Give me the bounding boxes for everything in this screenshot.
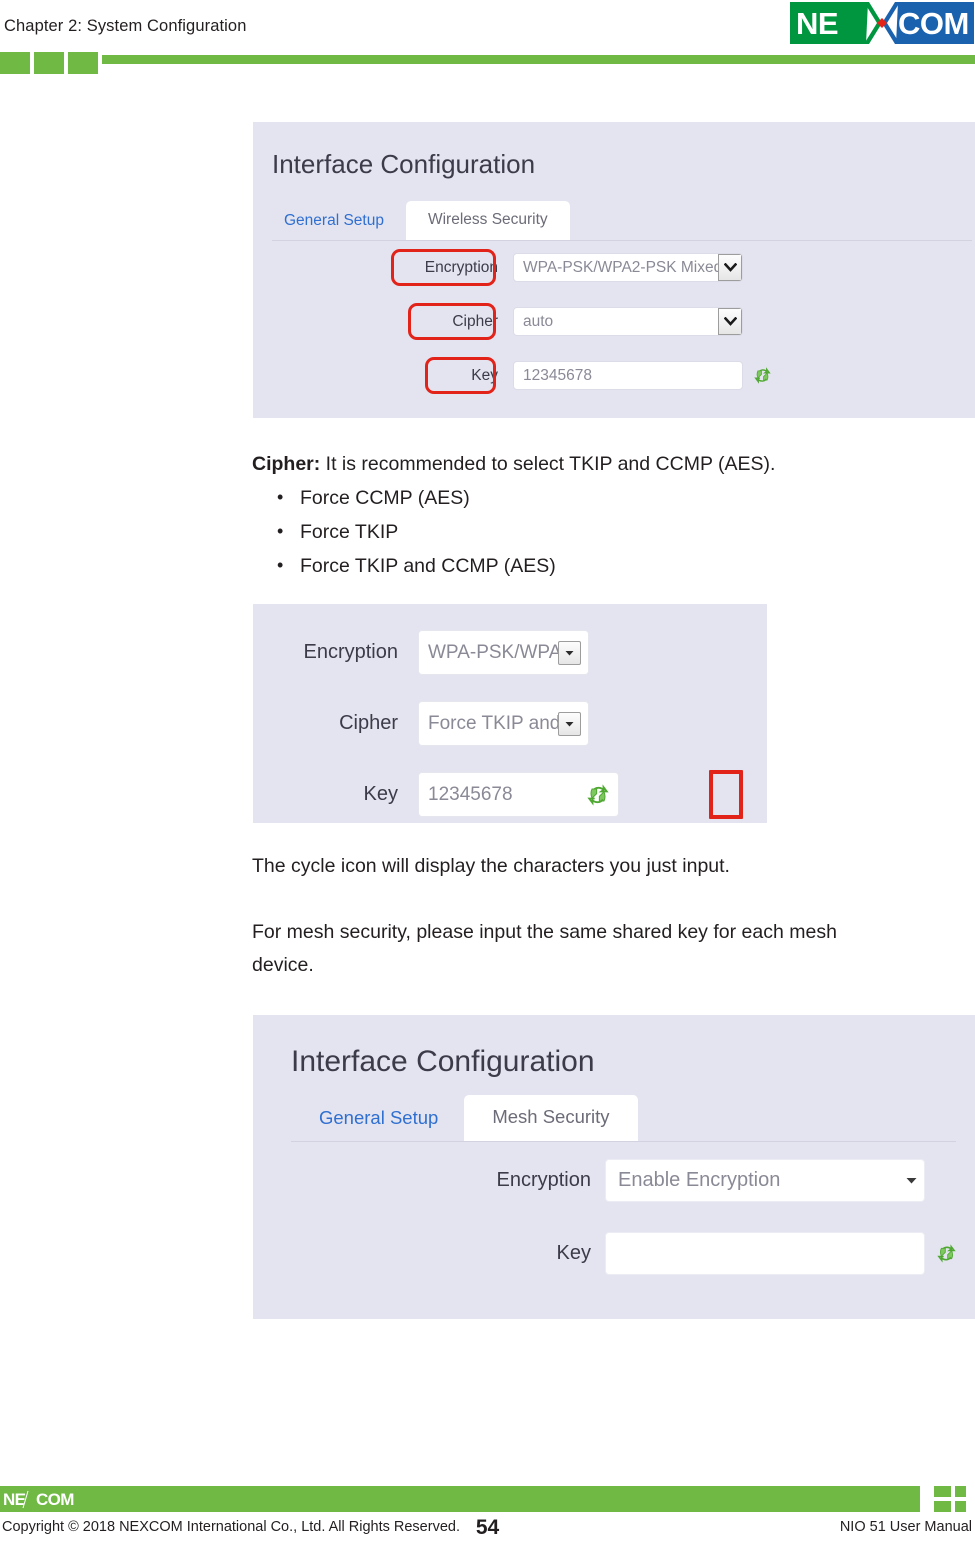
input-key[interactable] [605,1232,925,1275]
svg-text:NE: NE [3,1490,26,1509]
chevron-down-icon[interactable] [558,640,581,665]
select-encryption-value: WPA-PSK/WPA2-PSK Mixed M [428,641,558,663]
label-encryption: Encryption [424,258,498,276]
footer-green-bar: NE COM [0,1486,920,1512]
manual-name: NIO 51 User Manual [839,1519,972,1535]
note-cycle-icon: The cycle icon will display the characte… [252,855,730,877]
select-encryption[interactable]: Enable Encryption [605,1159,925,1202]
page-number: 54 [475,1516,500,1539]
select-cipher-value: auto [523,312,554,330]
header-rule [0,52,975,74]
tab-general-setup[interactable]: General Setup [291,1097,464,1141]
chapter-title: Chapter 2: System Configuration [4,17,247,35]
header-square-2 [34,52,64,74]
svg-text:COM: COM [898,6,969,41]
cipher-paragraph-text: It is recommended to select TKIP and CCM… [320,453,776,475]
list-item: Force CCMP (AES) [252,480,952,515]
note-mesh-security-line2: device. [252,954,314,976]
tab-bar-mesh: General Setup Mesh Security [291,1095,956,1142]
screenshot-wireless-security: Interface Configuration General Setup Wi… [253,122,975,418]
chevron-down-icon[interactable] [898,1177,924,1184]
field-row-key: Key 12345678 [278,772,619,817]
chevron-down-icon[interactable] [718,308,742,335]
svg-text:COM: COM [36,1490,74,1509]
page-footer: NE COM Copyright © 2018 NEXCOM Internati… [0,1486,975,1557]
list-item: Force TKIP [252,514,952,549]
label-key: Key [556,1242,591,1264]
input-key[interactable]: 12345678 [513,361,743,390]
chevron-down-glyph [723,263,737,272]
label-key: Key [363,783,398,805]
field-row-key: Key [469,1232,956,1275]
chevron-down-icon[interactable] [718,254,742,281]
footer-decorative-blocks [934,1486,975,1512]
select-encryption-value: WPA-PSK/WPA2-PSK Mixed M [523,258,718,276]
annotation-cycle-icon [709,770,743,819]
label-key: Key [471,366,498,384]
cipher-paragraph: Cipher: It is recommended to select TKIP… [252,448,952,481]
cycle-icon[interactable] [937,1244,956,1263]
svg-text:NE: NE [796,6,838,41]
screenshot-mesh-security: Interface Configuration General Setup Me… [253,1015,975,1319]
chevron-down-glyph [565,721,574,726]
input-key-value: 12345678 [428,783,513,805]
chevron-down-icon[interactable] [558,711,581,736]
note-mesh-security-line1: For mesh security, please input the same… [252,921,837,943]
field-row-cipher: Cipher auto [393,307,743,336]
select-encryption[interactable]: WPA-PSK/WPA2-PSK Mixed M [513,253,743,282]
label-encryption: Encryption [303,641,399,663]
cycle-icon-glyph [587,783,609,806]
footer-block-2 [955,1486,966,1497]
cycle-icon[interactable] [754,367,771,384]
label-encryption: Encryption [496,1169,592,1191]
select-cipher[interactable]: Force TKIP and CCMP (AES) [418,701,589,746]
footer-block-4 [955,1501,966,1512]
cycle-icon-glyph [937,1244,956,1263]
select-cipher-value: Force TKIP and CCMP (AES) [428,712,558,734]
label-cipher: Cipher [452,312,498,330]
chevron-down-glyph [906,1178,916,1184]
input-key[interactable]: 12345678 [418,772,619,817]
header-square-3 [68,52,98,74]
tab-mesh-security[interactable]: Mesh Security [464,1095,638,1141]
list-item: Force TKIP and CCMP (AES) [252,548,952,583]
screenshot-cipher-selected: Encryption WPA-PSK/WPA2-PSK Mixed M Ciph… [253,604,767,823]
tab-general-setup[interactable]: General Setup [272,204,406,240]
nexcom-logo-svg: NE COM [790,2,974,44]
select-encryption-value: Enable Encryption [618,1169,781,1191]
field-row-encryption: Encryption Enable Encryption [469,1159,925,1202]
select-encryption[interactable]: WPA-PSK/WPA2-PSK Mixed M [418,630,589,675]
header-green-bar [102,55,975,64]
cycle-icon[interactable] [587,783,609,806]
tab-wireless-security[interactable]: Wireless Security [405,201,570,240]
input-key-value: 12345678 [523,366,592,384]
field-row-encryption: Encryption WPA-PSK/WPA2-PSK Mixed M [278,630,589,675]
field-row-key: Key 12345678 [393,361,771,390]
interface-configuration-title: Interface Configuration [291,1045,595,1078]
label-cipher: Cipher [339,712,398,734]
footer-nexcom-logo: NE COM [3,1490,87,1509]
document-page: Chapter 2: System Configuration NE COM I… [0,0,975,1557]
interface-configuration-title: Interface Configuration [272,149,536,179]
field-row-encryption: Encryption WPA-PSK/WPA2-PSK Mixed M [393,253,743,282]
footer-block-3 [934,1501,951,1512]
select-cipher[interactable]: auto [513,307,743,336]
footer-nexcom-logo-svg: NE COM [3,1490,75,1509]
cycle-icon-glyph [754,367,771,384]
cipher-lead-label: Cipher: [252,453,321,475]
chevron-down-glyph [723,317,737,326]
footer-block-1 [934,1486,951,1497]
page-header: Chapter 2: System Configuration NE COM [0,0,975,80]
header-square-1 [0,52,30,74]
chevron-down-glyph [565,650,574,655]
tab-bar-wireless: General Setup Wireless Security [272,199,972,241]
cipher-options-list: Force CCMP (AES) Force TKIP Force TKIP a… [252,480,952,583]
nexcom-logo: NE COM [790,2,974,44]
field-row-cipher: Cipher Force TKIP and CCMP (AES) [278,701,589,746]
